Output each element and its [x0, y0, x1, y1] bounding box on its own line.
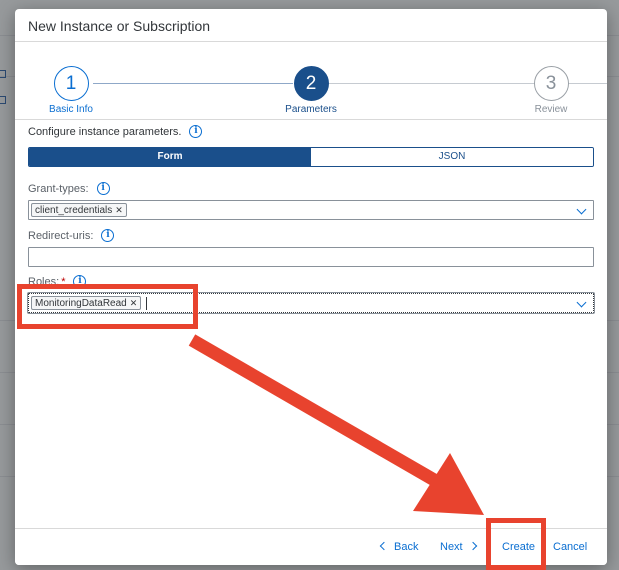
wizard-step-parameters[interactable]: 2 Parameters: [266, 66, 356, 115]
step-number: 2: [293, 66, 329, 101]
chevron-right-icon: [468, 541, 477, 551]
intro-text: Configure instance parameters.: [28, 125, 182, 138]
wizard-progress: 1 Basic Info 2 Parameters 3 Review: [15, 42, 607, 120]
back-button[interactable]: Back: [379, 529, 419, 565]
redirect-uris-input[interactable]: [28, 247, 594, 267]
grant-types-label-row: Grant-types: i: [28, 182, 594, 195]
token-client-credentials[interactable]: client_credentials ✕: [31, 203, 127, 217]
roles-multi-combobox[interactable]: MonitoringDataRead ✕: [27, 292, 595, 314]
text-cursor: [146, 296, 148, 310]
next-button[interactable]: Next: [440, 529, 477, 565]
wizard-step-basic-info[interactable]: 1 Basic Info: [26, 66, 116, 115]
info-icon[interactable]: i: [96, 182, 110, 195]
next-label: Next: [440, 541, 463, 553]
chevron-down-icon[interactable]: [576, 297, 587, 308]
token-text: MonitoringDataRead: [35, 297, 127, 309]
step-number: 1: [53, 66, 89, 101]
token-monitoring-data-read[interactable]: MonitoringDataRead ✕: [31, 296, 142, 310]
info-icon[interactable]: i: [73, 275, 87, 288]
required-marker: *: [61, 275, 66, 288]
info-icon[interactable]: i: [189, 125, 203, 138]
roles-label-row: Roles: * i: [28, 275, 594, 288]
roles-label: Roles:: [28, 275, 60, 288]
dialog-title: New Instance or Subscription: [15, 9, 607, 42]
wizard-connector: [327, 83, 535, 84]
chevron-left-icon: [379, 541, 389, 551]
redirect-uris-label-row: Redirect-uris: i: [28, 229, 594, 242]
step-label: Parameters: [285, 104, 337, 115]
intro-row: Configure instance parameters. i: [28, 125, 594, 138]
token-text: client_credentials: [35, 204, 113, 216]
wizard-step-review: 3 Review: [506, 66, 596, 115]
wizard-connector: [93, 83, 293, 84]
step-label: Basic Info: [49, 104, 93, 115]
cancel-button[interactable]: Cancel: [553, 529, 587, 565]
parameters-form: Configure instance parameters. i Form JS…: [27, 120, 595, 314]
create-button[interactable]: Create: [502, 529, 535, 565]
grant-types-label: Grant-types:: [28, 182, 89, 195]
mode-form-button[interactable]: Form: [29, 148, 311, 166]
mode-json-button[interactable]: JSON: [311, 148, 593, 166]
step-number: 3: [533, 66, 569, 101]
redirect-uris-label: Redirect-uris:: [28, 229, 94, 242]
grant-types-multi-combobox[interactable]: client_credentials ✕: [28, 200, 594, 220]
step-label: Review: [534, 104, 568, 115]
token-remove-icon[interactable]: ✕: [130, 298, 138, 309]
new-instance-dialog: New Instance or Subscription 1 Basic Inf…: [15, 9, 607, 565]
dialog-footer: Back Next Create Cancel: [15, 528, 607, 565]
token-remove-icon[interactable]: ✕: [115, 205, 123, 216]
mode-switch: Form JSON: [28, 147, 594, 167]
info-icon[interactable]: i: [101, 229, 115, 242]
back-label: Back: [394, 541, 419, 553]
chevron-down-icon[interactable]: [576, 204, 587, 215]
